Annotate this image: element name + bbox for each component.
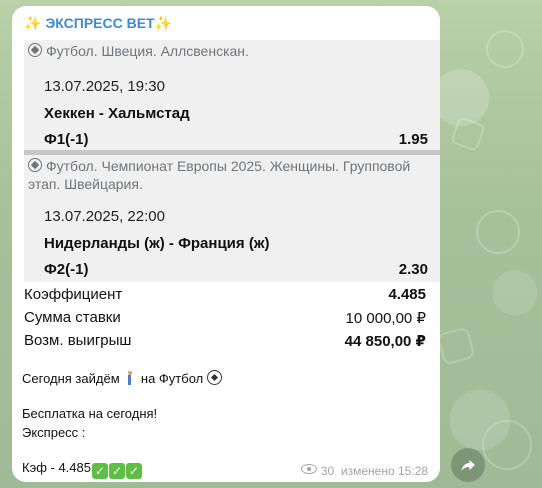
message-line1-suffix: на Футбол [140, 371, 204, 386]
background-doodle [476, 210, 520, 254]
runner-emoji-icon [125, 371, 135, 385]
bet-event-card: Футбол. Швеция. Аллсвенскан. 13.07.2025,… [24, 40, 440, 150]
message-line: Сегодня зайдём на Футбол [22, 370, 222, 386]
summary-coef-label: Коэффициент [24, 286, 123, 303]
background-doodle [436, 326, 476, 366]
message-meta: 30 изменено 15:28 [300, 464, 428, 478]
event-odd: 2.30 [398, 261, 428, 278]
bet-event-card: Футбол. Чемпионат Европы 2025. Женщины. … [24, 155, 440, 282]
share-button[interactable] [451, 448, 485, 482]
share-arrow-icon [461, 459, 475, 471]
view-count: 30 [320, 464, 335, 478]
background-doodle [486, 30, 524, 68]
message-line3: Экспресс : [22, 425, 86, 440]
event-sport-line: Футбол. Швеция. Аллсвенскан. [28, 42, 428, 60]
message-line2: Бесплатка на сегодня! [22, 406, 158, 421]
event-teams: Хеккен - Хальмстад [44, 105, 190, 122]
check-mark-icon: ✓ [126, 463, 142, 479]
summary-win-label: Возм. выигрыш [24, 332, 132, 349]
eye-icon [300, 464, 317, 474]
event-sport-line: Футбол. Чемпионат Европы 2025. Женщины. … [28, 157, 428, 193]
event-datetime: 13.07.2025, 22:00 [44, 208, 165, 225]
channel-title[interactable]: ✨ ЭКСПРЕСС ВЕТ✨ [24, 15, 172, 32]
summary-stake: Сумма ставки 10 000,00 ₽ [24, 309, 426, 327]
event-teams: Нидерланды (ж) - Франция (ж) [44, 235, 270, 252]
soccer-ball-icon [28, 158, 42, 172]
check-mark-icon: ✓ [109, 463, 125, 479]
event-datetime: 13.07.2025, 19:30 [44, 78, 165, 95]
edited-time: изменено 15:28 [340, 464, 428, 478]
background-doodle [482, 420, 532, 470]
check-mark-icon: ✓ [92, 463, 108, 479]
event-bet: Ф1(-1) [44, 131, 89, 148]
event-sport-text: Футбол. Чемпионат Европы 2025. Женщины. … [28, 158, 411, 192]
event-bet: Ф2(-1) [44, 261, 89, 278]
message-line4: Кэф - 4.485 [22, 460, 91, 475]
summary-stake-value: 10 000,00 ₽ [345, 310, 426, 327]
summary-win: Возм. выигрыш 44 850,00 ₽ [24, 332, 426, 350]
message-line1-prefix: Сегодня зайдём [22, 371, 120, 386]
background-doodle [450, 116, 486, 152]
summary-coefficient: Коэффициент 4.485 [24, 286, 426, 303]
event-odd: 1.95 [398, 131, 428, 148]
summary-coef-value: 4.485 [388, 286, 426, 303]
soccer-ball-icon [206, 370, 222, 385]
message-bubble[interactable]: ✨ ЭКСПРЕСС ВЕТ✨ Футбол. Швеция. Аллсвенс… [12, 6, 440, 482]
soccer-ball-icon [28, 43, 42, 57]
event-sport-text: Футбол. Швеция. Аллсвенскан. [46, 43, 249, 59]
summary-stake-label: Сумма ставки [24, 309, 121, 326]
summary-win-value: 44 850,00 ₽ [344, 333, 426, 350]
message-line: Кэф - 4.485 ✓ ✓ ✓ [22, 460, 142, 479]
